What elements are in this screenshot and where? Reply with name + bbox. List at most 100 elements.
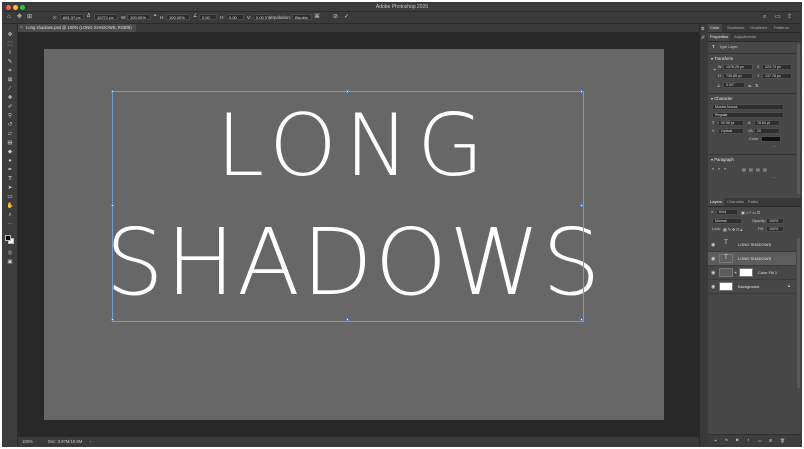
transform-handle-bottom[interactable] bbox=[346, 318, 349, 321]
transform-handle-top-right[interactable] bbox=[580, 90, 583, 93]
healing-brush-tool-icon[interactable]: ✚ bbox=[6, 95, 14, 101]
transform-y-field[interactable]: 137.78 px bbox=[762, 73, 792, 79]
commit-transform-icon[interactable]: ✓ bbox=[344, 14, 349, 20]
y-position-field[interactable]: 10771 px bbox=[94, 14, 118, 20]
lasso-tool-icon[interactable]: ℓ bbox=[6, 50, 14, 56]
move-tool-options-icon[interactable]: ✥ bbox=[17, 14, 22, 20]
height-percent-field[interactable]: 100.00% bbox=[166, 14, 190, 20]
gradient-tool-icon[interactable]: ▤ bbox=[6, 140, 14, 146]
quick-mask-icon[interactable]: ◎ bbox=[6, 250, 14, 256]
align-right-icon[interactable]: ≡ bbox=[724, 167, 726, 171]
screen-mode-icon[interactable]: ▣ bbox=[6, 259, 14, 265]
more-tools-icon[interactable]: ··· bbox=[6, 221, 14, 227]
transform-x-field[interactable]: 223.74 px bbox=[762, 64, 792, 70]
history-brush-tool-icon[interactable]: ↺ bbox=[6, 122, 14, 128]
tracking-field[interactable]: 20 bbox=[754, 128, 780, 134]
eyedropper-tool-icon[interactable]: ⁄ bbox=[6, 86, 14, 92]
document-tab[interactable]: × Long shadows.psd @ 100% (LONG SHADOWS,… bbox=[18, 24, 136, 32]
search-icon[interactable]: ⌕ bbox=[763, 14, 766, 20]
frame-tool-icon[interactable]: ⊠ bbox=[6, 77, 14, 83]
brush-settings-icon[interactable]: ✐ bbox=[701, 36, 705, 41]
character-more-icon[interactable]: ··· bbox=[772, 145, 776, 149]
visibility-eye-icon[interactable]: ◉ bbox=[711, 242, 715, 248]
transform-handle-top-left[interactable] bbox=[111, 90, 114, 93]
leading-field[interactable]: 78.84 pt bbox=[754, 120, 780, 126]
zoom-level[interactable]: 100% bbox=[22, 439, 33, 444]
properties-scrollbar[interactable] bbox=[797, 44, 800, 194]
transform-handle-bottom-right[interactable] bbox=[580, 318, 583, 321]
layer-row-selected[interactable]: ◉ T LONG SHADOWS bbox=[708, 252, 796, 266]
fill-field[interactable]: 100% bbox=[766, 226, 784, 232]
align-center-icon[interactable]: ≡ bbox=[718, 167, 720, 171]
transform-angle-field[interactable]: 0.00° bbox=[723, 82, 745, 88]
adjustment-layer-icon[interactable]: ◑ bbox=[747, 438, 749, 442]
brush-tool-icon[interactable]: ✐ bbox=[6, 104, 14, 110]
justify-left-icon[interactable]: ▤ bbox=[742, 167, 746, 172]
marquee-tool-icon[interactable]: ⬚ bbox=[6, 41, 14, 47]
status-menu-chevron-icon[interactable]: › bbox=[90, 439, 91, 444]
history-icon[interactable]: ⧖ bbox=[701, 27, 705, 32]
zoom-tool-icon[interactable]: ⌕ bbox=[6, 212, 14, 218]
reference-point-icon[interactable]: ⊞ bbox=[27, 14, 32, 20]
layer-row[interactable]: ◉ T LONG SHADOWS bbox=[708, 238, 796, 252]
transform-handle-left[interactable] bbox=[111, 204, 114, 207]
path-selection-tool-icon[interactable]: ➤ bbox=[6, 185, 14, 191]
link-dimensions-icon[interactable]: ⚭ bbox=[713, 67, 716, 72]
character-section-title[interactable]: ▾ Character bbox=[711, 96, 733, 101]
tab-gradients[interactable]: Gradients bbox=[748, 24, 769, 32]
width-percent-field[interactable]: 100.00% bbox=[127, 14, 151, 20]
h-skew-field[interactable]: 0.00 bbox=[226, 14, 244, 20]
tab-layers[interactable]: Layers bbox=[708, 198, 725, 206]
close-tab-icon[interactable]: × bbox=[20, 24, 23, 32]
flip-vertical-icon[interactable]: ⇅ bbox=[755, 83, 758, 88]
paragraph-section-title[interactable]: ▾ Paragraph bbox=[711, 157, 734, 162]
kerning-select[interactable]: Optical bbox=[718, 128, 744, 134]
layers-scrollbar[interactable] bbox=[797, 238, 800, 388]
text-color-swatch[interactable] bbox=[761, 136, 781, 142]
visibility-eye-icon[interactable]: ◉ bbox=[711, 256, 715, 262]
warp-icon[interactable]: ⌘ bbox=[314, 14, 320, 20]
clone-stamp-tool-icon[interactable]: ⚲ bbox=[6, 113, 14, 119]
tab-patterns[interactable]: Patterns bbox=[772, 24, 791, 32]
font-size-field[interactable]: 92.58 pt bbox=[718, 120, 744, 126]
share-icon[interactable]: ⇪ bbox=[787, 14, 792, 20]
link-icon[interactable]: ⚭ bbox=[153, 14, 157, 19]
lock-icon[interactable]: 🔒︎ bbox=[788, 284, 790, 288]
hand-tool-icon[interactable]: ✋ bbox=[6, 203, 14, 209]
transform-handle-right[interactable] bbox=[580, 204, 583, 207]
link-layers-icon[interactable]: ⚭ bbox=[714, 438, 717, 443]
tab-adjustments[interactable]: Adjustments bbox=[732, 33, 758, 41]
tab-color[interactable]: Color bbox=[708, 24, 722, 32]
add-mask-icon[interactable]: ◙ bbox=[736, 438, 738, 442]
blend-mode-select[interactable]: Normal bbox=[712, 218, 742, 224]
layer-filter-kind-select[interactable]: Kind bbox=[716, 209, 738, 215]
foreground-color-swatch[interactable] bbox=[5, 235, 11, 241]
home-icon[interactable]: ⌂ bbox=[7, 14, 11, 20]
transform-height-field[interactable]: 739.85 px bbox=[723, 73, 753, 79]
lock-icons[interactable]: ▦ ✎ ✥ ⊡ 🔒︎ bbox=[723, 227, 742, 232]
cancel-transform-icon[interactable]: ⊘ bbox=[333, 14, 338, 20]
rotation-field[interactable]: 0.00 bbox=[199, 14, 217, 20]
move-tool-icon[interactable]: ✥ bbox=[6, 32, 14, 38]
transform-width-field[interactable]: 1076.25 px bbox=[723, 64, 753, 70]
visibility-eye-icon[interactable]: ◉ bbox=[711, 270, 715, 276]
dodge-tool-icon[interactable]: ● bbox=[6, 158, 14, 164]
tab-paths[interactable]: Paths bbox=[746, 198, 760, 206]
tab-properties[interactable]: Properties bbox=[708, 33, 731, 41]
visibility-eye-icon[interactable]: ◉ bbox=[711, 284, 715, 290]
layer-style-icon[interactable]: fx bbox=[725, 438, 728, 442]
eraser-tool-icon[interactable]: ▱ bbox=[6, 131, 14, 137]
flip-horizontal-icon[interactable]: ⇋ bbox=[748, 83, 751, 88]
opacity-field[interactable]: 100% bbox=[766, 218, 784, 224]
justify-center-icon[interactable]: ▤ bbox=[749, 167, 753, 172]
layer-row[interactable]: ◉ ⚭ Color Fill 1 bbox=[708, 266, 796, 280]
tab-channels[interactable]: Channels bbox=[725, 198, 746, 206]
crop-tool-icon[interactable]: ⌗ bbox=[6, 68, 14, 74]
rectangle-tool-icon[interactable]: ▭ bbox=[6, 194, 14, 200]
font-style-select[interactable]: Regular bbox=[712, 112, 784, 118]
blur-tool-icon[interactable]: ◆ bbox=[6, 149, 14, 155]
tab-swatches[interactable]: Swatches bbox=[725, 24, 746, 32]
layer-filter-icons[interactable]: ▣ ◑ T ▭ ⊡ bbox=[741, 210, 760, 215]
transform-section-title[interactable]: ▾ Transform bbox=[711, 56, 733, 61]
align-left-icon[interactable]: ≡ bbox=[712, 167, 714, 171]
